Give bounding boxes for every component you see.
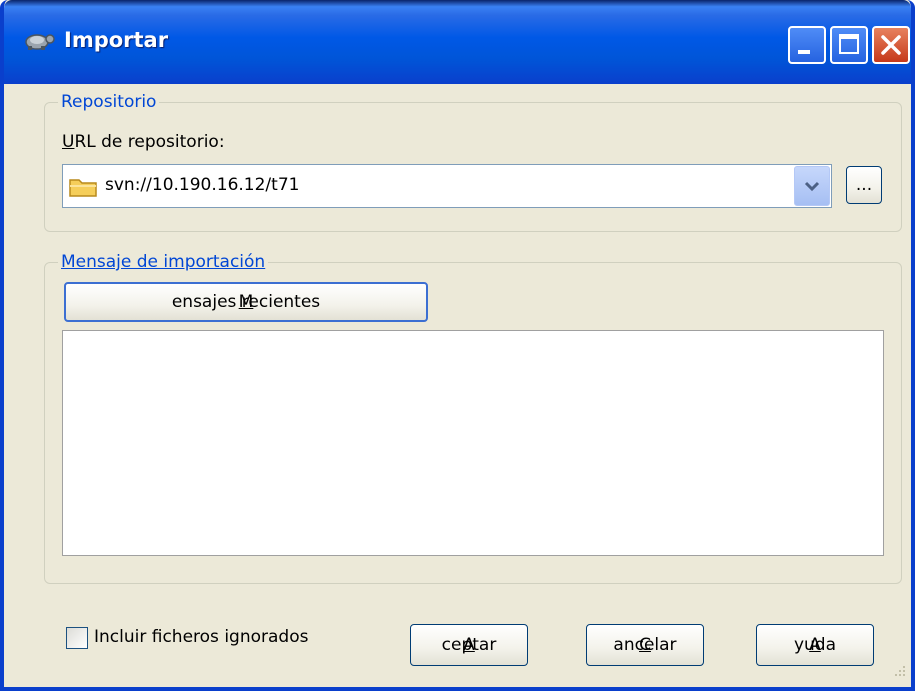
browse-button[interactable]: ... xyxy=(846,166,882,204)
dropdown-button[interactable] xyxy=(794,166,830,206)
include-ignored-checkbox[interactable] xyxy=(66,627,88,649)
folder-icon xyxy=(69,176,99,203)
recent-messages-button[interactable]: Mensajes recientes xyxy=(64,282,428,322)
tortoise-icon xyxy=(22,30,56,57)
accept-button[interactable]: Aceptar xyxy=(410,624,528,666)
include-ignored-label[interactable]: Incluir ficheros ignorados xyxy=(94,627,308,647)
repository-group-label: Repositorio xyxy=(58,92,160,112)
cancel-button[interactable]: Cancelar xyxy=(586,624,704,666)
resize-grip-icon[interactable] xyxy=(891,662,907,683)
repository-url-combobox[interactable]: svn://10.190.16.12/t71 xyxy=(62,164,832,208)
close-button[interactable] xyxy=(872,26,910,64)
import-message-textarea[interactable] xyxy=(62,330,884,556)
maximize-button[interactable] xyxy=(830,26,868,64)
maximize-icon xyxy=(839,34,859,54)
minimize-button[interactable] xyxy=(788,26,826,64)
repository-url-value: svn://10.190.16.12/t71 xyxy=(105,175,300,195)
message-group-label: Mensaje de importación xyxy=(58,252,269,272)
title-bar[interactable]: Importar xyxy=(4,0,911,84)
import-dialog: Importar Repositorio URL de repositorio: xyxy=(0,0,915,691)
chevron-down-icon xyxy=(804,181,820,192)
window-title: Importar xyxy=(64,28,169,52)
url-label: URL de repositorio: xyxy=(62,132,225,152)
minimize-icon xyxy=(798,50,810,54)
close-icon xyxy=(881,35,901,55)
help-button[interactable]: Ayuda xyxy=(756,624,874,666)
